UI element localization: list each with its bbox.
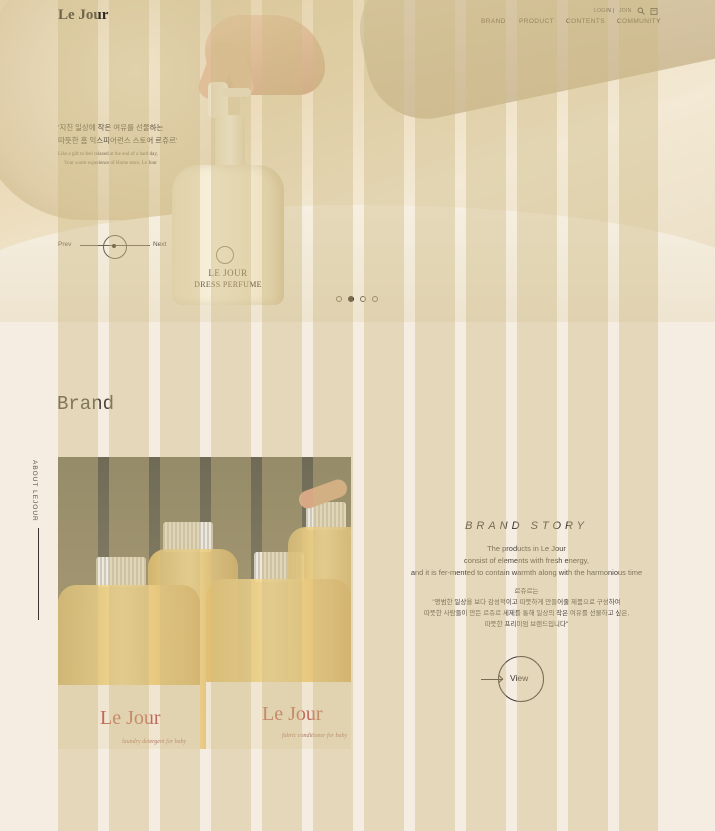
bottle-product: DRESS PERFUME [194,280,262,289]
bottle-label-brand: Le Jour [100,707,161,729]
hero-headline-line: 따뜻한 홈 익스피어런스 스토어 르쥬르' [58,136,178,145]
hero-headline: '지친 일상에 작은 여유를 선물하는 따뜻한 홈 익스피어런스 스토어 르쥬르… [58,121,177,147]
hero-headline-line: '지친 일상에 작은 여유를 선물하는 [58,123,164,132]
hero-subtext-line: Your warm experience of Home store, Le J… [64,161,157,166]
bottle-brand: LE JOUR [208,268,248,278]
brand-photo: Le Jour laundry detergent for baby Le Jo… [58,457,351,749]
bottle-cap [96,557,146,587]
slide-dot-3[interactable] [360,296,366,302]
view-button-label[interactable]: View [510,673,528,683]
search-icon[interactable] [637,7,645,15]
story-line: 따뜻한 프리미엄 브랜드입니다" [484,621,569,628]
menu-contents[interactable]: CONTENTS [566,18,605,25]
menu-community[interactable]: COMMUNITY [617,18,661,25]
slide-indicators [336,296,378,302]
story-line: The products in Le Jour [487,544,566,553]
slide-dot-4[interactable] [372,296,378,302]
join-link[interactable]: JOIN [619,8,632,14]
bottle-cap [163,522,213,552]
login-link[interactable]: LOGIN [594,8,611,14]
bottle-nozzle [223,88,251,97]
bottle-label-sub: laundry detergent for baby [122,739,187,745]
hero-bedsheet [0,205,715,322]
slider-handle[interactable] [112,244,116,248]
cart-icon[interactable] [650,7,658,15]
bottle-label-brand: Le Jour [262,703,323,725]
hero-subtext-line: Like a gift to feel relaxed at the end o… [58,152,158,157]
story-line: 르쥬르는 [514,588,539,595]
brand-story-en: The products in Le Jour consist of eleme… [378,543,675,579]
nav-separator: | [613,8,615,14]
about-divider [38,528,39,620]
bottle-logo-mark [216,246,234,264]
site-logo[interactable]: Le Jour [58,7,108,24]
brand-story-kr: 르쥬르는 "평범한 일상을 보다 감성적이고 따뜻하게 만들어줄 제품으로 구성… [378,586,675,630]
brand-story-title: BRAND STORY [465,520,588,532]
menu-product[interactable]: PRODUCT [519,18,554,25]
section-title: Brand [57,393,115,415]
prev-button[interactable]: Prev [58,241,71,248]
slide-dot-2[interactable] [348,296,354,302]
slide-dot-1[interactable] [336,296,342,302]
story-line: consist of elements with fresh energy, [464,556,589,565]
story-line: 따뜻한 사람들이 만든 르쥬르 세제를 통해 일상의 작은 여유를 선물하고 싶… [423,610,630,617]
about-label: ABOUT LEJOUR [31,460,38,522]
story-line: and it is fer-mented to contain warmth a… [410,568,643,577]
next-button[interactable]: Next [153,241,166,248]
story-line: "평범한 일상을 보다 감성적이고 따뜻하게 만들어줄 제품으로 구성하여 [432,599,621,606]
hero-subtext: Like a gift to feel relaxed at the end o… [58,150,158,168]
hero-slider: LE JOUR DRESS PERFUME Le Jour LOGIN | JO… [0,0,715,322]
menu-brand[interactable]: BRAND [481,18,506,25]
bottle-label-sub: fabric conditioner for baby [282,733,348,739]
bottle-neck [215,115,245,167]
